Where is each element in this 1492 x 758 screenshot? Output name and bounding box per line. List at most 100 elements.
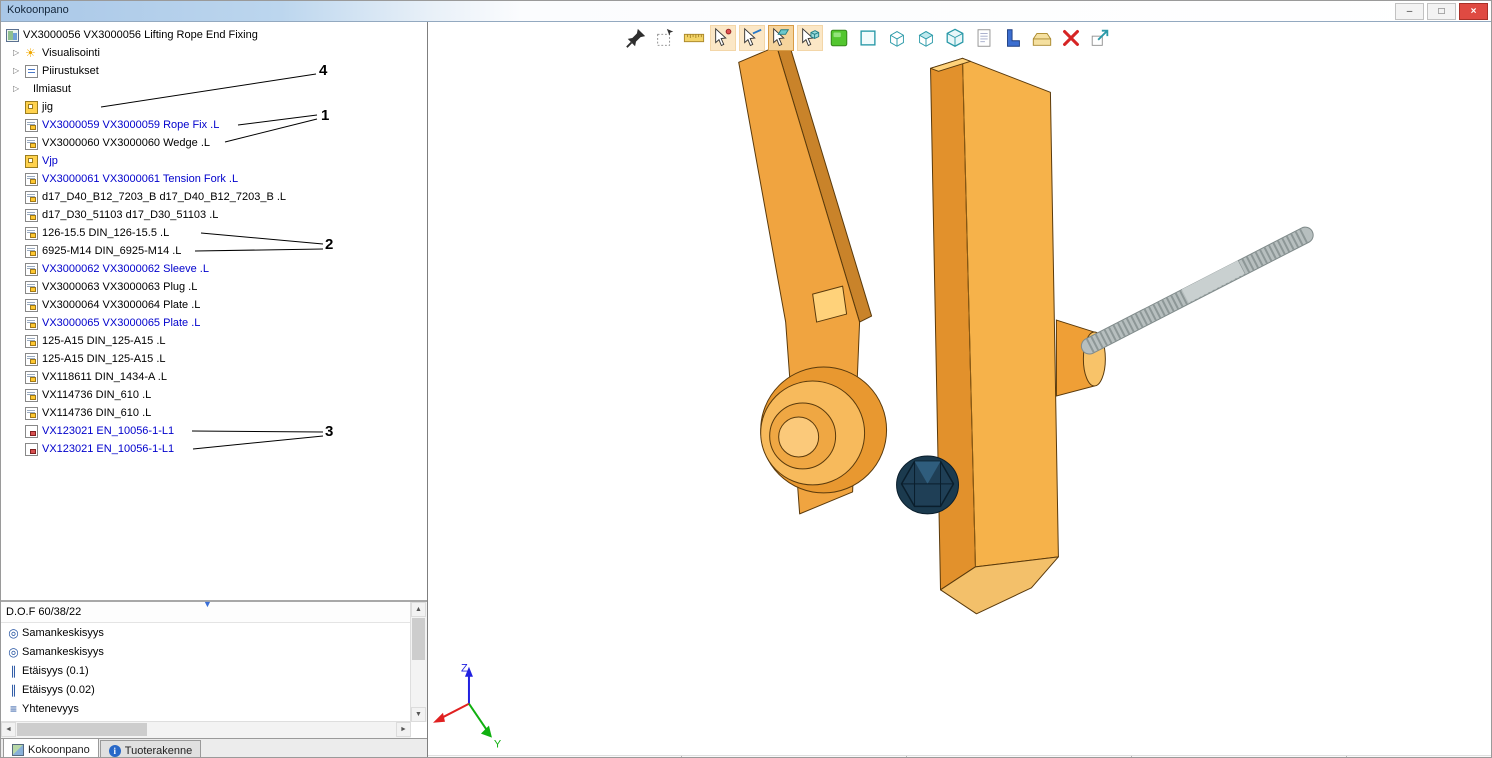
tree-item[interactable]: VX123021 EN_10056-1-L1 (1, 422, 427, 440)
constraint-list: ◎ Samankeskisyys ◎ Samankeskisyys ∥ Etäi… (1, 623, 427, 718)
cube-icon[interactable] (884, 25, 910, 51)
tree-item[interactable]: d17_D40_B12_7203_B d17_D40_B12_7203_B .L (1, 188, 427, 206)
tree-item[interactable]: d17_D30_51103 d17_D30_51103 .L (1, 206, 427, 224)
tree-item[interactable]: VX3000064 VX3000064 Plate .L (1, 296, 427, 314)
tree-item-icon (25, 317, 38, 330)
tree-item[interactable]: 125-A15 DIN_125-A15 .L (1, 332, 427, 350)
constraint-type-icon: ∥ (5, 683, 22, 697)
model-viewport[interactable]: Z Y (428, 22, 1491, 758)
constraint-type-icon: ◎ (5, 626, 22, 640)
tree-item-label: VX114736 DIN_610 .L (42, 389, 151, 401)
panel-title: Kokoonpano (7, 4, 69, 16)
horizontal-scroll-thumb[interactable] (17, 723, 147, 736)
expand-arrow-icon[interactable] (13, 49, 25, 57)
vertical-scroll-thumb[interactable] (412, 618, 425, 660)
tree-root-item[interactable]: VX3000056 VX3000056 Lifting Rope End Fix… (1, 26, 427, 44)
tree-item-icon (25, 245, 38, 258)
doc-icon[interactable] (971, 25, 997, 51)
constraint-item[interactable]: ∥ Etäisyys (0.02) (1, 680, 427, 699)
tree-item-icon (25, 47, 38, 60)
cube-iso-icon[interactable] (942, 25, 968, 51)
tab-kokoonpano[interactable]: Kokoonpano (3, 738, 99, 758)
scroll-up-icon[interactable] (411, 602, 426, 617)
select-edge-icon[interactable] (739, 25, 765, 51)
expand-arrow-icon[interactable] (13, 85, 25, 93)
tree-item-label: VX123021 EN_10056-1-L1 (42, 425, 174, 437)
scroll-right-icon[interactable] (396, 722, 411, 737)
tree-item[interactable]: VX3000063 VX3000063 Plug .L (1, 278, 427, 296)
tree-item-label: VX3000064 VX3000064 Plate .L (42, 299, 200, 311)
pin-icon[interactable] (623, 25, 649, 51)
select-face-icon[interactable] (768, 25, 794, 51)
tree-item-icon (25, 425, 38, 438)
tree-item-icon (25, 227, 38, 240)
constraint-label: Samankeskisyys (22, 627, 104, 639)
tree-item[interactable]: Piirustukset (1, 62, 427, 80)
part-threaded-rod[interactable] (1056, 235, 1305, 396)
constraint-item[interactable]: ≡ Yhtenevyys (1, 699, 427, 718)
minimize-button[interactable]: – (1395, 3, 1424, 20)
tab-tuoterakenne[interactable]: Tuoterakenne (100, 740, 201, 758)
ruler-icon[interactable] (681, 25, 707, 51)
tree-item[interactable]: VX123021 EN_10056-1-L1 (1, 440, 427, 458)
tree-item[interactable]: VX3000061 VX3000061 Tension Fork .L (1, 170, 427, 188)
tree-item[interactable]: Visualisointi (1, 44, 427, 62)
profile-icon[interactable] (1000, 25, 1026, 51)
tree-item[interactable]: VX118611 DIN_1434-A .L (1, 368, 427, 386)
title-bar: Kokoonpano – □ × (1, 1, 1491, 22)
assembly-tab-icon (12, 744, 24, 756)
assembly-tree: VX3000056 VX3000056 Lifting Rope End Fix… (1, 22, 427, 600)
constraint-item[interactable]: ◎ Samankeskisyys (1, 642, 427, 661)
delete-icon[interactable] (1058, 25, 1084, 51)
tree-item-icon (25, 263, 38, 276)
tree-item[interactable]: VX114736 DIN_610 .L (1, 386, 427, 404)
tree-item-label: Visualisointi (42, 47, 100, 59)
assembly-root-icon (6, 29, 19, 42)
export-icon[interactable] (1087, 25, 1113, 51)
vertical-scrollbar[interactable] (410, 602, 427, 722)
constraint-item[interactable]: ∥ Etäisyys (0.1) (1, 661, 427, 680)
tab-kokoonpano-label: Kokoonpano (28, 744, 90, 756)
close-button[interactable]: × (1459, 3, 1488, 20)
tree-item[interactable]: VX3000059 VX3000059 Rope Fix .L (1, 116, 427, 134)
scroll-down-icon[interactable] (411, 707, 426, 722)
face-icon[interactable] (855, 25, 881, 51)
3d-scene-canvas[interactable]: Z Y (428, 22, 1491, 758)
tree-item-label: VX118611 DIN_1434-A .L (42, 371, 167, 383)
tree-item[interactable]: 6925-M14 DIN_6925-M14 .L (1, 242, 427, 260)
select-point-icon[interactable] (710, 25, 736, 51)
viewport-toolbar (623, 25, 1113, 51)
tree-item[interactable]: VX3000060 VX3000060 Wedge .L (1, 134, 427, 152)
tree-item[interactable]: VX3000065 VX3000065 Plate .L (1, 314, 427, 332)
constraint-item[interactable]: ◎ Samankeskisyys (1, 623, 427, 642)
scroll-left-icon[interactable] (1, 722, 16, 737)
expand-arrow-icon[interactable] (13, 67, 25, 75)
cube-shaded-icon[interactable] (913, 25, 939, 51)
tree-item-icon (25, 65, 38, 78)
maximize-button[interactable]: □ (1427, 3, 1456, 20)
tree-item-icon (25, 137, 38, 150)
tree-item[interactable]: 125-A15 DIN_125-A15 .L (1, 350, 427, 368)
tree-item[interactable]: Ilmiasut (1, 80, 427, 98)
tree-item[interactable]: Vjp (1, 152, 427, 170)
tree-item[interactable]: 126-15.5 DIN_126-15.5 .L (1, 224, 427, 242)
part-bolt[interactable] (897, 456, 959, 514)
tree-item-label: VX3000060 VX3000060 Wedge .L (42, 137, 210, 149)
splitter-grip-icon[interactable] (203, 600, 212, 609)
horizontal-scrollbar[interactable] (1, 721, 411, 738)
tree-item-label: VX3000061 VX3000061 Tension Fork .L (42, 173, 238, 185)
window-controls: – □ × (1395, 3, 1488, 20)
tray-icon[interactable] (1029, 25, 1055, 51)
tree-item[interactable]: VX3000062 VX3000062 Sleeve .L (1, 260, 427, 278)
constraints-panel: D.O.F 60/38/22 ◎ Samankeskisyys ◎ Samank… (1, 600, 427, 738)
part-angle-bracket[interactable] (931, 58, 1059, 613)
select-solid-icon[interactable] (797, 25, 823, 51)
tree-item-icon (25, 191, 38, 204)
tree-item-icon (25, 389, 38, 402)
part-cylinder[interactable] (761, 367, 887, 493)
constraint-type-icon: ≡ (5, 702, 22, 716)
tree-item[interactable]: VX114736 DIN_610 .L (1, 404, 427, 422)
green-box-icon[interactable] (826, 25, 852, 51)
tree-item[interactable]: jig (1, 98, 427, 116)
transform-icon[interactable] (652, 25, 678, 51)
